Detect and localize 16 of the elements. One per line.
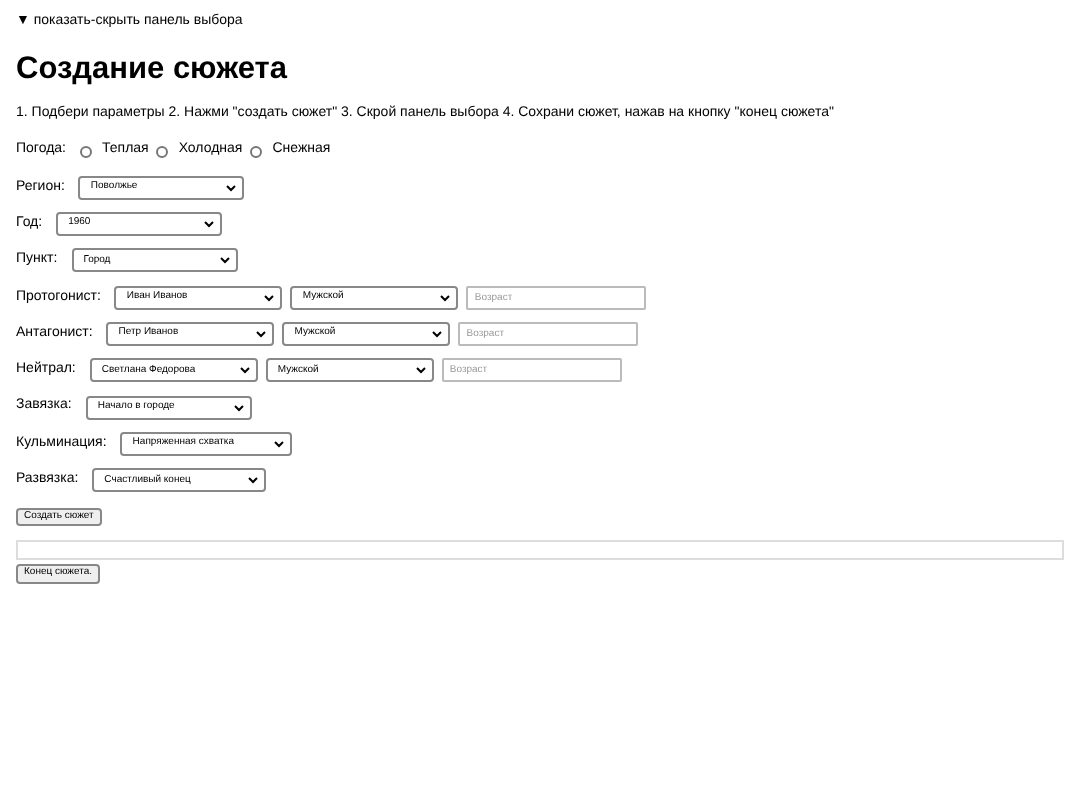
page-heading: Создание сюжета (16, 51, 290, 89)
caret-icon (415, 366, 426, 375)
caret-icon (233, 403, 244, 412)
caret-icon (204, 220, 215, 229)
caret-icon (432, 330, 443, 339)
caret-icon (440, 293, 451, 302)
caret-icon (274, 439, 285, 448)
caret-icon (239, 366, 250, 375)
caret-icon (219, 256, 230, 265)
caret-icon (256, 330, 267, 339)
caret-icon (248, 476, 259, 485)
radio-button[interactable] (156, 145, 169, 158)
radio-button[interactable] (80, 145, 92, 158)
caret-icon (264, 293, 275, 302)
caret-icon (226, 183, 237, 192)
radio-button[interactable] (250, 145, 263, 158)
